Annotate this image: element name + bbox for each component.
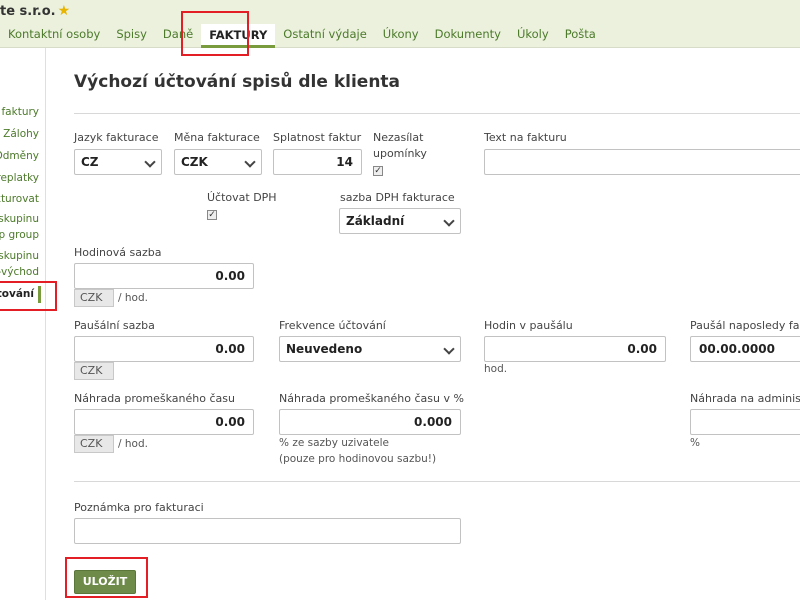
sazba-dph-select[interactable]: Základní <box>339 208 461 234</box>
pausal-naposledy-input[interactable]: 00.00.0000 <box>690 336 800 362</box>
chevron-down-icon <box>139 150 161 174</box>
sidebar-highlight-box <box>0 281 57 311</box>
mena-select[interactable]: CZK <box>174 149 262 175</box>
mena-label: Měna fakturace <box>174 131 260 144</box>
nahrada-pct-label: Náhrada promeškaného času v % <box>279 392 464 405</box>
nahrada-pct-hint-1: % ze sazby uzivatele <box>279 437 389 449</box>
divider <box>74 481 800 482</box>
sidebar: faktury Zálohy Odměny replatky kturovat … <box>0 48 46 600</box>
frekvence-select[interactable]: Neuvedeno <box>279 336 461 362</box>
page-title: Výchozí účtování spisů dle klienta <box>74 72 401 92</box>
pausal-naposledy-label: Paušál naposledy fakt <box>690 319 800 332</box>
nav-ukony[interactable]: Úkony <box>375 24 427 48</box>
nahrada-admin-input[interactable] <box>690 409 800 435</box>
divider <box>74 113 800 114</box>
sidebar-item-preplatky[interactable]: replatky <box>0 170 39 187</box>
nahrada-pct-input[interactable]: 0.000 <box>279 409 461 435</box>
frekvence-label: Frekvence účtování <box>279 319 386 332</box>
pausalni-sazba-input[interactable]: 0.00 <box>74 336 254 362</box>
star-icon[interactable]: ★ <box>58 3 71 19</box>
save-highlight-box <box>65 557 148 598</box>
nav-kontaktni-osoby[interactable]: Kontaktní osoby <box>0 24 108 48</box>
sidebar-item-faktury[interactable]: faktury <box>1 104 39 121</box>
main-nav: Kontaktní osoby Spisy Daně FAKTURY Ostat… <box>0 24 604 48</box>
nav-ostatni-vydaje[interactable]: Ostatní výdaje <box>275 24 374 48</box>
jazyk-label: Jazyk fakturace <box>74 131 159 144</box>
sidebar-item-zalohy[interactable]: Zálohy <box>3 126 39 143</box>
jazyk-select[interactable]: CZ <box>74 149 162 175</box>
text-na-fakturu-label: Text na fakturu <box>484 131 567 144</box>
nahrada-label: Náhrada promeškaného času <box>74 392 235 405</box>
nahrada-currency: CZK <box>74 435 114 453</box>
hodinova-per-hour: / hod. <box>118 292 148 304</box>
nezasilat-checkbox[interactable]: ✓ <box>373 166 383 176</box>
nav-ukoly[interactable]: Úkoly <box>509 24 557 48</box>
hodin-v-pausalu-label: Hodin v paušálu <box>484 319 573 332</box>
nahrada-admin-label: Náhrada na administr <box>690 392 800 405</box>
nahrada-pct-hint-2: (pouze pro hodinovou sazbu!) <box>279 453 437 465</box>
mena-value: CZK <box>181 155 208 169</box>
chevron-down-icon <box>239 150 261 174</box>
nahrada-admin-unit: % <box>690 437 700 449</box>
sidebar-item-skupinu-2[interactable]: skupinu <box>0 248 39 265</box>
chevron-down-icon <box>438 337 460 361</box>
sidebar-item-skupinu-1[interactable]: skupinu <box>0 211 39 228</box>
nahrada-input[interactable]: 0.00 <box>74 409 254 435</box>
nav-spisy[interactable]: Spisy <box>108 24 155 48</box>
sazba-dph-value: Základní <box>346 214 405 228</box>
top-bar: te s.r.o. ★ Kontaktní osoby Spisy Daně FA… <box>0 0 800 48</box>
poznamka-input[interactable] <box>74 518 461 544</box>
sazba-dph-label: sazba DPH fakturace <box>340 191 455 204</box>
sidebar-item-vychod[interactable]: -východ <box>0 264 39 281</box>
company-label: te s.r.o. <box>0 4 56 19</box>
company-name: te s.r.o. ★ <box>0 3 70 19</box>
poznamka-label: Poznámka pro fakturaci <box>74 501 204 514</box>
text-na-fakturu-input[interactable] <box>484 149 800 175</box>
hodin-unit: hod. <box>484 363 508 375</box>
nav-dokumenty[interactable]: Dokumenty <box>427 24 509 48</box>
uctovat-dph-label: Účtovat DPH <box>207 191 277 204</box>
nezasilat-label-1: Nezasílat <box>373 131 424 144</box>
pausalni-sazba-label: Paušální sazba <box>74 319 155 332</box>
nahrada-per-hour: / hod. <box>118 438 148 450</box>
sidebar-item-nefakturovat[interactable]: kturovat <box>0 191 39 208</box>
splatnost-label: Splatnost faktur <box>273 131 362 144</box>
chevron-down-icon <box>438 209 460 233</box>
frekvence-value: Neuvedeno <box>286 342 363 356</box>
nav-posta[interactable]: Pošta <box>557 24 604 48</box>
sidebar-item-odmeny[interactable]: Odměny <box>0 148 39 165</box>
hodinova-currency: CZK <box>74 289 114 307</box>
uctovat-dph-checkbox[interactable]: ✓ <box>207 210 217 220</box>
nav-highlight-box <box>181 11 249 56</box>
hodinova-sazba-label: Hodinová sazba <box>74 246 162 259</box>
pausalni-currency: CZK <box>74 362 114 380</box>
hodin-v-pausalu-input[interactable]: 0.00 <box>484 336 666 362</box>
jazyk-value: CZ <box>81 155 99 169</box>
splatnost-input[interactable]: 14 <box>273 149 362 175</box>
nezasilat-label-2: upomínky <box>373 147 427 160</box>
hodinova-sazba-input[interactable]: 0.00 <box>74 263 254 289</box>
sidebar-item-group[interactable]: p group <box>0 227 39 244</box>
